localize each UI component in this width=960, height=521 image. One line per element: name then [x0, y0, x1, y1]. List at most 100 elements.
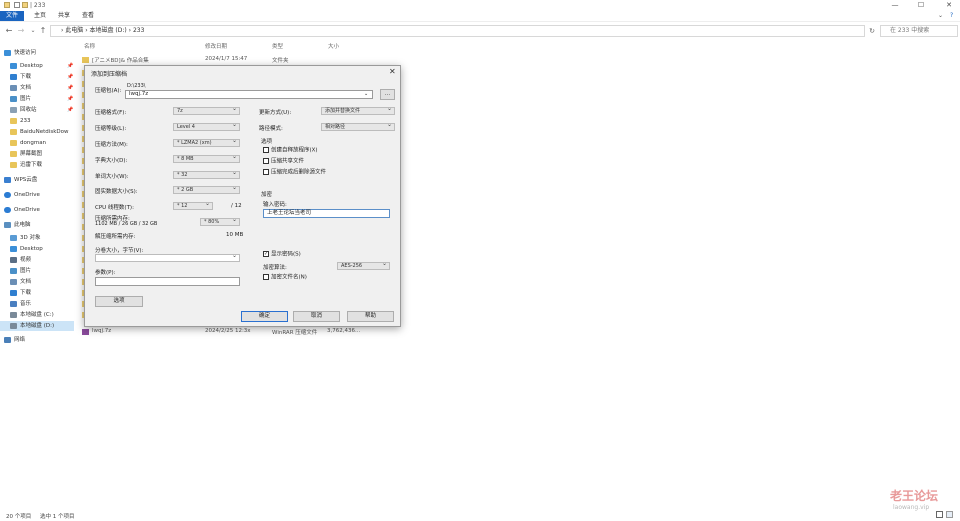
file-name: lwqj.7z: [92, 328, 112, 334]
ribbon-expand-icon[interactable]: ⌄: [938, 12, 943, 19]
word-size-label: 单词大小(W):: [95, 174, 129, 180]
method-select[interactable]: * LZMA2 (xm): [173, 138, 240, 147]
password-input[interactable]: 上老王论坛当老司: [263, 209, 390, 218]
sidebar-item--[interactable]: 图片 📌: [10, 94, 73, 104]
sidebar-item-pc-2[interactable]: 视频: [10, 255, 31, 265]
column-header-type[interactable]: 类型: [272, 42, 283, 50]
encryption-method-select[interactable]: AES-256: [337, 261, 390, 270]
sidebar-item-pc-8[interactable]: 本地磁盘 (D:): [0, 321, 74, 331]
forward-button[interactable]: →: [16, 25, 26, 37]
computer-icon: [4, 221, 11, 228]
tab-home[interactable]: 主页: [28, 11, 52, 21]
tab-file[interactable]: 文件: [0, 11, 25, 21]
sidebar-item-pc-3[interactable]: 图片: [10, 266, 31, 276]
cancel-button[interactable]: 取消: [293, 311, 340, 322]
browse-button[interactable]: ...: [380, 89, 395, 100]
sidebar-item-pc-0[interactable]: 3D 对象: [10, 233, 40, 243]
file-row[interactable]: [アニメBD]& 作品合集 2024/1/7 15:47 文件夹: [82, 56, 382, 65]
file-row[interactable]: lwqj.7z 2024/2/25 12:3x WinRAR 压缩文件 3,76…: [82, 328, 382, 337]
close-button[interactable]: ✕: [940, 0, 958, 10]
column-header-size[interactable]: 大小: [328, 42, 339, 50]
properties-icon[interactable]: [14, 2, 20, 8]
split-volume-select[interactable]: [95, 253, 240, 262]
details-view-icon[interactable]: [936, 511, 943, 518]
nav-this-pc[interactable]: 此电脑: [4, 220, 31, 230]
refresh-button[interactable]: ↻: [867, 25, 877, 37]
format-select[interactable]: 7z: [173, 106, 240, 115]
level-select[interactable]: Level 4: [173, 122, 240, 131]
onedrive-icon: [4, 191, 11, 198]
sidebar-item-pc-7[interactable]: 本地磁盘 (C:): [10, 310, 54, 320]
nav-quick-access[interactable]: 快速访问: [4, 48, 36, 58]
sidebar-item-label: 本地磁盘 (C:): [20, 312, 54, 318]
sidebar-item--[interactable]: 下载 📌: [10, 72, 73, 82]
address-bar[interactable]: › 此电脑 › 本地磁盘 (D:) › 233: [50, 25, 865, 37]
recent-locations-button[interactable]: ⌄: [28, 25, 38, 37]
column-header-name[interactable]: 名称: [84, 42, 95, 50]
options-button[interactable]: 选项: [95, 296, 143, 307]
up-button[interactable]: ↑: [38, 25, 48, 37]
tab-share[interactable]: 共享: [52, 11, 76, 21]
update-mode-select[interactable]: 添加并替换文件: [321, 106, 395, 115]
sidebar-item--[interactable]: 文档 📌: [10, 83, 73, 93]
nav-label: 网络: [14, 337, 26, 343]
archive-name-input[interactable]: lwqj.7z: [125, 90, 373, 99]
sidebar-item-pc-4[interactable]: 文档: [10, 277, 31, 287]
new-folder-icon[interactable]: [22, 2, 28, 8]
encryption-method-label: 加密算法:: [263, 265, 287, 271]
nav-onedrive-1[interactable]: OneDrive: [4, 190, 40, 200]
tab-view[interactable]: 查看: [76, 11, 100, 21]
navigation-pane: 快速访问 Desktop 📌 下载 📌 文档 📌 图片 📌 回收站 📌 233 BaiduNetdis…: [0, 44, 78, 504]
nav-onedrive-2[interactable]: OneDrive: [4, 205, 40, 215]
cpu-threads-select[interactable]: * 12: [173, 201, 213, 210]
chevron-down-icon[interactable]: ⌄: [364, 91, 368, 97]
help-button[interactable]: 帮助: [347, 311, 394, 322]
parameters-input[interactable]: [95, 277, 240, 286]
sidebar-item-baidunetdiskdow[interactable]: BaiduNetdiskDow: [10, 127, 68, 137]
address-row: ← → ⌄ ↑ › 此电脑 › 本地磁盘 (D:) › 233 ↻ 在 233 …: [0, 24, 960, 38]
sidebar-item-label: 屏幕截图: [20, 151, 43, 157]
sidebar-item-pc-6[interactable]: 音乐: [10, 299, 31, 309]
3d-objects-icon: [10, 234, 17, 241]
nav-network[interactable]: 网络: [4, 335, 25, 345]
sidebar-item-label: 下载: [20, 290, 32, 296]
sidebar-item-pc-1[interactable]: Desktop: [10, 244, 43, 254]
dictionary-select[interactable]: * 8 MB: [173, 154, 240, 163]
sidebar-item--[interactable]: 屏幕截图: [10, 149, 42, 159]
show-password-checkbox[interactable]: ✓ 显示密码(S): [263, 251, 301, 259]
minimize-button[interactable]: —: [886, 0, 904, 10]
solid-block-select[interactable]: * 2 GB: [173, 185, 240, 194]
large-icons-view-icon[interactable]: [946, 511, 953, 518]
nav-wps-cloud[interactable]: WPS云盘: [4, 175, 37, 185]
ok-button[interactable]: 确定: [241, 311, 288, 322]
parameters-label: 参数(P):: [95, 270, 116, 276]
compress-shared-checkbox[interactable]: 压缩共享文件: [263, 158, 304, 166]
drive-icon: [10, 311, 17, 318]
encrypt-filenames-checkbox[interactable]: 加密文件名(N): [263, 274, 307, 282]
sidebar-item-233[interactable]: 233: [10, 116, 31, 126]
sidebar-item-dongman[interactable]: dongman: [10, 138, 46, 148]
sidebar-item-pc-5[interactable]: 下载: [10, 288, 31, 298]
sidebar-item--[interactable]: 迅雷下载: [10, 160, 42, 170]
folder-icon: [10, 128, 17, 135]
file-date: 2024/1/7 15:47: [205, 56, 248, 62]
folder-icon: [82, 57, 89, 63]
sidebar-item-label: Desktop: [20, 246, 43, 252]
create-sfx-checkbox[interactable]: 创建自释放程序(X): [263, 147, 318, 155]
help-icon[interactable]: ?: [950, 12, 953, 19]
delete-after-checkbox[interactable]: 压缩完成后删除源文件: [263, 169, 326, 177]
sidebar-item-label: 3D 对象: [20, 235, 41, 241]
level-label: 压缩等级(L):: [95, 126, 127, 132]
word-size-select[interactable]: * 32: [173, 170, 240, 179]
decompress-memory-label: 解压缩所需内存:: [95, 234, 136, 240]
dialog-close-button[interactable]: ✕: [389, 67, 396, 76]
decompress-memory-value: 10 MB: [226, 232, 244, 238]
memory-usage-select[interactable]: * 80%: [200, 217, 240, 226]
sidebar-item-desktop[interactable]: Desktop 📌: [10, 61, 73, 71]
search-input[interactable]: 在 233 中搜索: [880, 25, 958, 37]
column-header-date[interactable]: 修改日期: [205, 42, 227, 50]
maximize-button[interactable]: ☐: [912, 0, 930, 10]
back-button[interactable]: ←: [4, 25, 14, 37]
path-mode-select[interactable]: 相对路径: [321, 122, 395, 131]
sidebar-item--[interactable]: 回收站 📌: [10, 105, 73, 115]
